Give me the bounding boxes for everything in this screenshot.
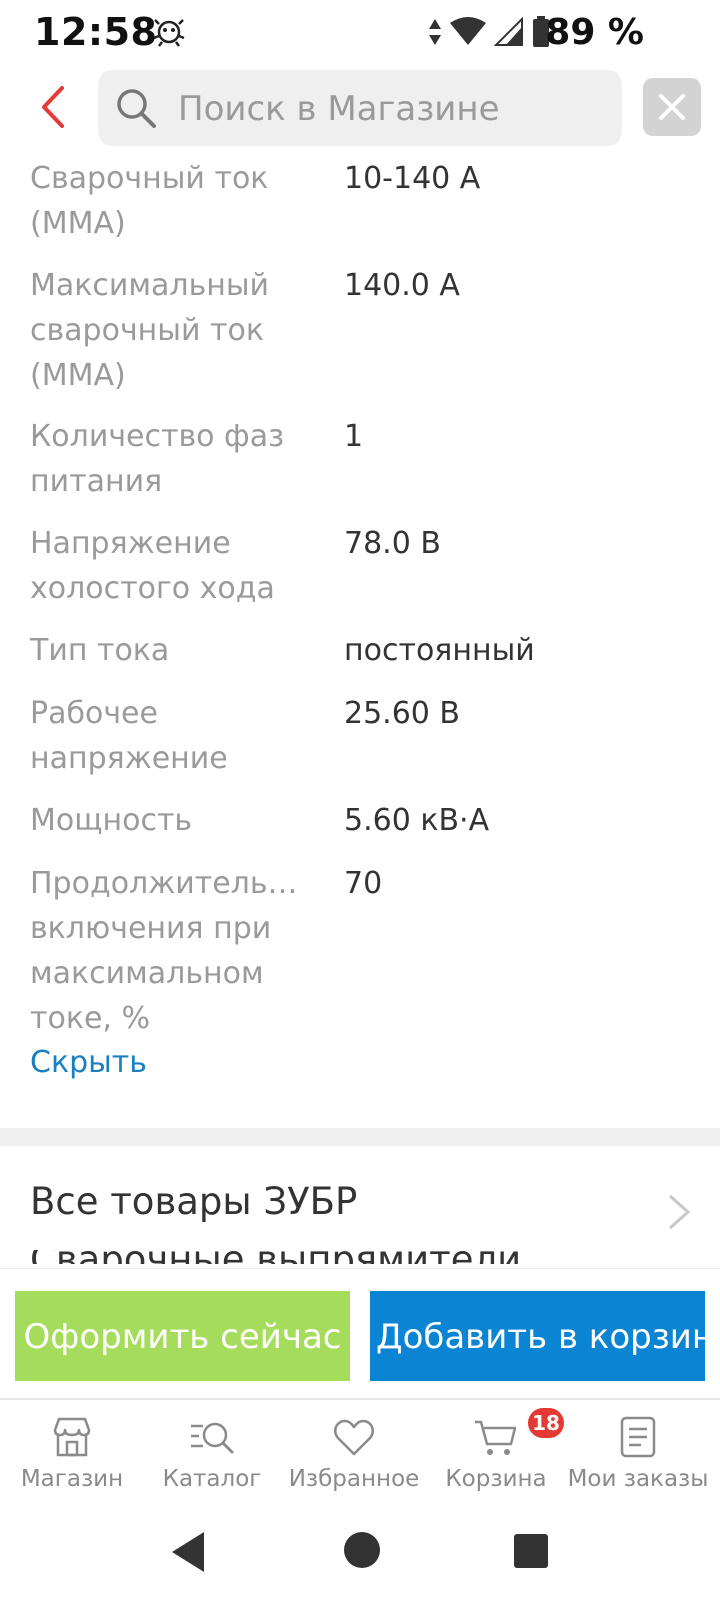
spec-label: Сварочный ток (ММА) bbox=[30, 161, 269, 241]
bottom-nav: Магазин Каталог Избранное Корзина 18 Мои… bbox=[0, 1398, 720, 1508]
buy-now-button[interactable]: Оформить сейчас bbox=[15, 1291, 350, 1381]
system-back-icon[interactable] bbox=[168, 1530, 208, 1574]
status-bar: 12:58 89 % bbox=[0, 0, 720, 64]
chevron-right-icon bbox=[669, 1194, 691, 1230]
search-icon bbox=[117, 89, 156, 128]
spec-row: Напряжение холостого хода 78.0 В bbox=[0, 521, 720, 628]
search-header bbox=[0, 64, 720, 156]
status-icons bbox=[428, 14, 550, 50]
add-to-cart-button[interactable]: Добавить в корзину bbox=[370, 1291, 705, 1381]
catalog-search-icon bbox=[191, 1422, 234, 1454]
section-divider bbox=[0, 1128, 720, 1146]
close-icon bbox=[659, 94, 685, 120]
nav-item-orders[interactable]: Мои заказы bbox=[566, 1400, 710, 1508]
spec-label: Напряжение холостого хода bbox=[30, 526, 275, 606]
spec-label: Количество фаз питания bbox=[30, 419, 285, 499]
all-brand-products-label: Все товары ЗУБР bbox=[30, 1180, 358, 1223]
cart-icon bbox=[475, 1420, 517, 1455]
next-row-partial: Сварочные выпрямители bbox=[30, 1250, 521, 1264]
next-row-label: Сварочные выпрямители bbox=[30, 1250, 521, 1264]
spec-row: Рабочее напряжение 25.60 В bbox=[0, 691, 720, 798]
spec-row: Мощность 5.60 кВ·А bbox=[0, 798, 720, 861]
spec-value: 10-140 А bbox=[344, 161, 481, 196]
spec-value: постоянный bbox=[344, 633, 535, 668]
spec-label: Рабочее напряжение bbox=[30, 696, 228, 776]
spec-row: Сварочный ток (ММА) 10-140 А bbox=[0, 156, 720, 263]
orders-list-icon bbox=[620, 1416, 656, 1458]
search-bar[interactable] bbox=[98, 70, 622, 146]
system-home-icon[interactable] bbox=[344, 1532, 380, 1568]
nav-item-favorites[interactable]: Избранное bbox=[282, 1400, 426, 1508]
signal-icon bbox=[494, 17, 523, 46]
nav-label: Мои заказы bbox=[567, 1466, 709, 1492]
spec-label: Максимальный сварочный ток (ММА) bbox=[30, 268, 270, 393]
spec-value: 1 bbox=[344, 419, 364, 454]
data-arrows-icon bbox=[429, 19, 441, 45]
hide-specs-link[interactable]: Скрыть bbox=[30, 1040, 147, 1085]
spec-value: 5.60 кВ·А bbox=[344, 803, 490, 838]
nav-item-store[interactable]: Магазин bbox=[0, 1400, 144, 1508]
spec-label: Мощность bbox=[30, 803, 193, 838]
spec-label: Продолжитель… включения при максимальном… bbox=[30, 866, 298, 1036]
spec-label: Тип тока bbox=[30, 633, 170, 668]
spec-value: 25.60 В bbox=[344, 696, 461, 731]
spec-value: 78.0 В bbox=[344, 526, 441, 561]
nav-label: Магазин bbox=[20, 1466, 124, 1492]
system-recents-icon[interactable] bbox=[514, 1534, 548, 1568]
store-icon bbox=[53, 1417, 91, 1457]
nav-item-catalog[interactable]: Каталог bbox=[140, 1400, 284, 1508]
spec-row: Тип тока постоянный bbox=[0, 628, 720, 691]
nav-label: Корзина bbox=[445, 1466, 547, 1492]
status-time: 12:58 bbox=[34, 10, 158, 54]
back-arrow-icon[interactable] bbox=[30, 82, 80, 132]
battery-percent: 89 % bbox=[545, 12, 644, 53]
nav-label: Каталог bbox=[162, 1466, 262, 1492]
spec-row: Продолжитель… включения при максимальном… bbox=[0, 861, 720, 1041]
spec-row: Количество фаз питания 1 bbox=[0, 414, 720, 521]
nav-label: Избранное bbox=[288, 1466, 420, 1492]
cart-count-badge: 18 bbox=[528, 1408, 564, 1438]
clear-button[interactable] bbox=[643, 78, 701, 136]
system-nav bbox=[0, 1506, 720, 1600]
shield-bug-icon bbox=[153, 19, 185, 47]
action-bar: Оформить сейчас Добавить в корзину bbox=[0, 1268, 720, 1399]
spec-row: Максимальный сварочный ток (ММА) 140.0 А bbox=[0, 263, 720, 414]
search-input[interactable] bbox=[176, 80, 600, 138]
wifi-icon bbox=[450, 17, 486, 45]
specs-list: Сварочный ток (ММА) 10-140 А Максимальны… bbox=[0, 156, 720, 1041]
spec-value: 70 bbox=[344, 866, 383, 901]
heart-icon bbox=[334, 1419, 374, 1456]
spec-value: 140.0 А bbox=[344, 268, 460, 303]
